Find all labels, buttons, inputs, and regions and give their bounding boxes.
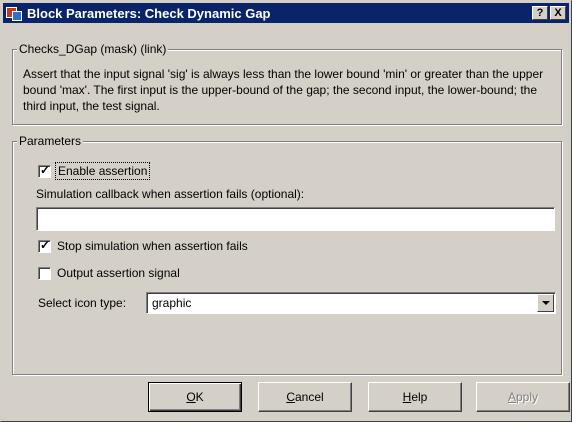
output-signal-box[interactable] — [38, 266, 51, 280]
cancel-label: ancel — [294, 390, 324, 404]
ok-mnemonic: O — [186, 390, 196, 404]
enable-assertion-box[interactable]: ✓ — [38, 162, 51, 178]
stop-simulation-label: Stop simulation when assertion fails — [57, 239, 248, 253]
apply-button[interactable]: Apply — [476, 382, 570, 412]
icon-type-select[interactable]: graphic — [146, 292, 556, 314]
mask-description: Assert that the input signal 'sig' is al… — [23, 67, 544, 113]
enable-assertion-label: Enable assertion — [54, 162, 151, 180]
title-bar[interactable]: Block Parameters: Check Dynamic Gap ? X — [3, 3, 569, 23]
help-title-button[interactable]: ? — [532, 6, 548, 20]
callback-label: Simulation callback when assertion fails… — [36, 187, 305, 201]
checkmark-icon: ✓ — [40, 237, 51, 252]
enable-assertion-checkbox[interactable]: ✓ Enable assertion — [38, 162, 151, 180]
output-signal-checkbox[interactable]: Output assertion signal — [38, 266, 180, 280]
icon-type-value: graphic — [152, 296, 192, 310]
dropdown-arrow-icon[interactable] — [537, 294, 554, 312]
simulink-block-icon — [6, 5, 22, 21]
dialog-window: Block Parameters: Check Dynamic Gap ? X … — [0, 0, 572, 422]
close-button[interactable]: X — [550, 6, 566, 20]
help-button[interactable]: Help — [368, 382, 462, 412]
cancel-mnemonic: C — [286, 390, 295, 404]
stop-simulation-box[interactable]: ✓ — [38, 237, 51, 253]
cancel-button[interactable]: Cancel — [258, 382, 352, 412]
help-label: elp — [411, 390, 428, 404]
checkmark-icon: ✓ — [40, 162, 51, 177]
parameters-group-title: Parameters — [17, 134, 84, 148]
mask-group-title: Checks_DGap (mask) (link) — [17, 42, 169, 56]
stop-simulation-checkbox[interactable]: ✓ Stop simulation when assertion fails — [38, 237, 248, 253]
callback-input[interactable] — [36, 207, 555, 231]
apply-mnemonic: A — [507, 390, 516, 404]
ok-button[interactable]: OK — [148, 382, 242, 412]
ok-label: K — [195, 390, 204, 404]
window-title: Block Parameters: Check Dynamic Gap — [27, 5, 271, 21]
apply-label: pply — [516, 390, 539, 404]
icon-type-label: Select icon type: — [38, 296, 127, 310]
output-signal-label: Output assertion signal — [57, 266, 180, 280]
